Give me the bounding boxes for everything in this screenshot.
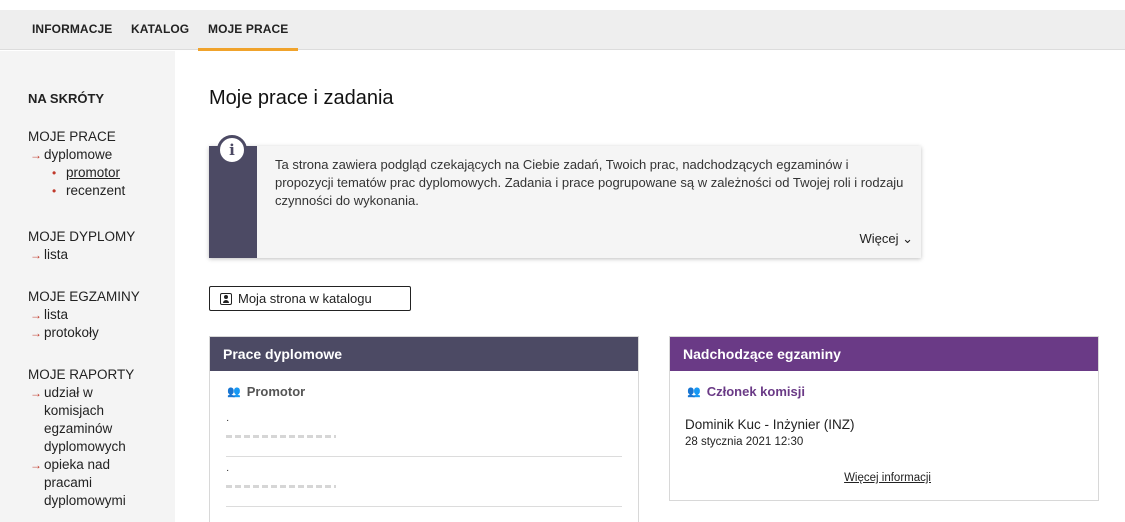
sidebar-item-label: udział w komisjach egzaminów dyplomowych — [44, 385, 126, 454]
list-item-text: · — [226, 415, 230, 426]
promotor-label: Promotor — [246, 384, 306, 399]
bullet-icon: • — [52, 166, 57, 180]
promotor-section: 👥 Promotor — [227, 384, 638, 399]
sidebar-item-label: recenzent — [66, 183, 126, 198]
exams-card: Nadchodzące egzaminy 👥 Członek komisji D… — [669, 336, 1099, 501]
sidebar-group-title: MOJE PRACE — [28, 129, 116, 144]
arrow-right-icon: → — [30, 308, 42, 322]
redacted-text — [226, 485, 336, 488]
sidebar-item-opieka-nad-pracami[interactable]: → opieka nad pracami dyplomowymi — [28, 456, 168, 510]
group-icon: 👥 — [687, 386, 701, 398]
tab-katalog[interactable]: KATALOG — [131, 22, 189, 36]
sidebar-item-label: lista — [44, 247, 69, 262]
arrow-right-icon: → — [30, 458, 42, 472]
committee-label: Członek komisji — [706, 384, 805, 399]
bullet-icon: • — [52, 184, 57, 198]
profile-card-icon — [220, 292, 232, 305]
exams-card-header: Nadchodzące egzaminy — [670, 337, 1098, 371]
exam-title: Dominik Kuc - Inżynier (INZ) — [685, 417, 855, 432]
more-info-link[interactable]: Więcej informacji — [844, 472, 931, 484]
theses-card: Prace dyplomowe 👥 Promotor · · — [209, 336, 639, 522]
sidebar-item-egzaminy-lista[interactable]: → lista — [28, 306, 140, 324]
arrow-right-icon: → — [30, 248, 42, 262]
sidebar-item-dyplomy-lista[interactable]: → lista — [28, 246, 135, 264]
sidebar-item-label: promotor — [66, 165, 121, 180]
info-box: i Ta strona zawiera podgląd czekających … — [209, 135, 921, 258]
sidebar-group-moje-prace: MOJE PRACE → dyplomowe • promotor • rece… — [28, 128, 125, 200]
sidebar-group-title: MOJE EGZAMINY — [28, 289, 140, 304]
sidebar: NA SKRÓTY MOJE PRACE → dyplomowe • promo… — [0, 51, 175, 522]
catalog-page-button-label: Moja strona w katalogu — [238, 291, 372, 306]
sidebar-item-label: lista — [44, 307, 69, 322]
sidebar-item-udzial-w-komisjach[interactable]: → udział w komisjach egzaminów dyplomowy… — [28, 384, 168, 456]
sidebar-item-promotor[interactable]: • promotor — [28, 164, 125, 182]
sidebar-group-moje-dyplomy: MOJE DYPLOMY → lista — [28, 228, 135, 264]
sidebar-heading: NA SKRÓTY — [28, 91, 105, 106]
tab-moje-prace[interactable]: MOJE PRACE — [197, 22, 299, 51]
sidebar-item-label: dyplomowe — [44, 147, 113, 162]
sidebar-item-label: protokoły — [44, 325, 99, 340]
sidebar-item-recenzent[interactable]: • recenzent — [28, 182, 125, 200]
sidebar-item-dyplomowe[interactable]: → dyplomowe — [28, 146, 125, 164]
redacted-text — [226, 435, 336, 438]
list-item-text: · — [226, 465, 230, 476]
sidebar-group-title: MOJE DYPLOMY — [28, 229, 136, 244]
committee-section: 👥 Członek komisji — [687, 384, 1098, 399]
arrow-right-icon: → — [30, 326, 42, 340]
info-icon: i — [217, 135, 247, 165]
sidebar-group-title: MOJE RAPORTY — [28, 367, 135, 382]
sidebar-group-moje-egzaminy: MOJE EGZAMINY → lista → protokoły — [28, 288, 140, 342]
list-item[interactable]: · — [226, 407, 622, 457]
tab-informacje[interactable]: INFORMACJE — [32, 22, 112, 36]
people-icon: 👥 — [227, 386, 241, 398]
sidebar-item-protokoly[interactable]: → protokoły — [28, 324, 140, 342]
info-text: Ta strona zawiera podgląd czekających na… — [275, 157, 904, 208]
top-nav: INFORMACJE KATALOG MOJE PRACE — [0, 10, 1125, 51]
exam-date: 28 stycznia 2021 12:30 — [685, 436, 804, 448]
catalog-page-button[interactable]: Moja strona w katalogu — [209, 286, 411, 311]
list-item[interactable]: · — [226, 457, 622, 507]
arrow-right-icon: → — [30, 148, 42, 162]
theses-card-header: Prace dyplomowe — [210, 337, 638, 371]
page-title: Moje prace i zadania — [209, 87, 394, 109]
arrow-right-icon: → — [30, 386, 42, 400]
sidebar-group-moje-raporty: MOJE RAPORTY → udział w komisjach egzami… — [28, 366, 168, 510]
sidebar-item-label: opieka nad pracami dyplomowymi — [44, 457, 126, 508]
more-toggle[interactable]: Więcej ⌄ — [859, 231, 913, 247]
